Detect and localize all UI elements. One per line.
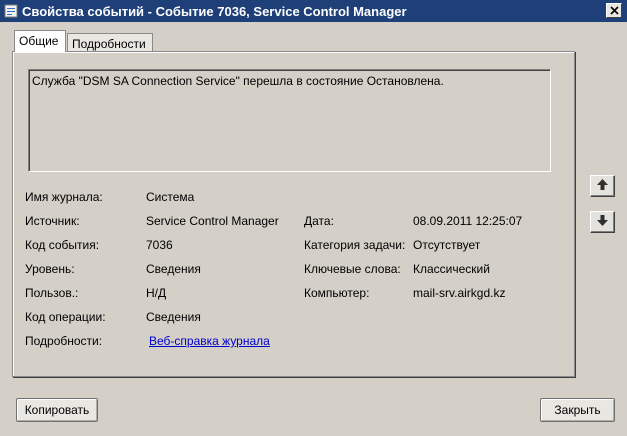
- event-id-label: Код события:: [25, 238, 100, 252]
- details-label: Подробности:: [25, 334, 103, 348]
- computer-value: mail-srv.airkgd.kz: [413, 286, 506, 300]
- copy-button[interactable]: Копировать: [16, 398, 98, 422]
- event-log-online-help-link[interactable]: Веб-справка журнала: [149, 334, 270, 348]
- arrow-down-icon: [596, 214, 609, 230]
- event-properties-window: Свойства событий - Событие 7036, Service…: [0, 0, 627, 436]
- date-value: 08.09.2011 12:25:07: [413, 214, 523, 228]
- tab-general[interactable]: Общие: [14, 30, 66, 52]
- event-message-box[interactable]: Служба "DSM SA Connection Service" переш…: [28, 69, 551, 172]
- keywords-value: Классический: [413, 262, 490, 276]
- tab-details[interactable]: Подробности: [67, 33, 153, 53]
- window-title: Свойства событий - Событие 7036, Service…: [22, 4, 407, 19]
- arrow-up-icon: [596, 178, 609, 194]
- title-bar[interactable]: Свойства событий - Событие 7036, Service…: [0, 0, 627, 22]
- close-button[interactable]: Закрыть: [540, 398, 615, 422]
- date-label: Дата:: [304, 214, 334, 228]
- log-name-value: Система: [146, 190, 195, 204]
- opcode-value: Сведения: [146, 310, 201, 324]
- level-value: Сведения: [146, 262, 201, 276]
- previous-event-button[interactable]: [590, 175, 615, 197]
- general-tab-panel: Служба "DSM SA Connection Service" переш…: [12, 51, 575, 377]
- event-id-value: 7036: [146, 238, 173, 252]
- task-category-value: Отсутствует: [413, 238, 481, 252]
- close-icon: [609, 4, 619, 18]
- user-value: Н/Д: [146, 286, 167, 300]
- log-name-label: Имя журнала:: [25, 190, 103, 204]
- user-label: Пользов.:: [25, 286, 79, 300]
- event-viewer-icon: [4, 4, 18, 18]
- close-window-button[interactable]: [606, 3, 622, 18]
- opcode-label: Код операции:: [25, 310, 106, 324]
- next-event-button[interactable]: [590, 211, 615, 233]
- computer-label: Компьютер:: [304, 286, 370, 300]
- task-category-label: Категория задачи:: [304, 238, 406, 252]
- source-label: Источник:: [25, 214, 80, 228]
- level-label: Уровень:: [25, 262, 75, 276]
- keywords-label: Ключевые слова:: [304, 262, 401, 276]
- source-value: Service Control Manager: [146, 214, 279, 228]
